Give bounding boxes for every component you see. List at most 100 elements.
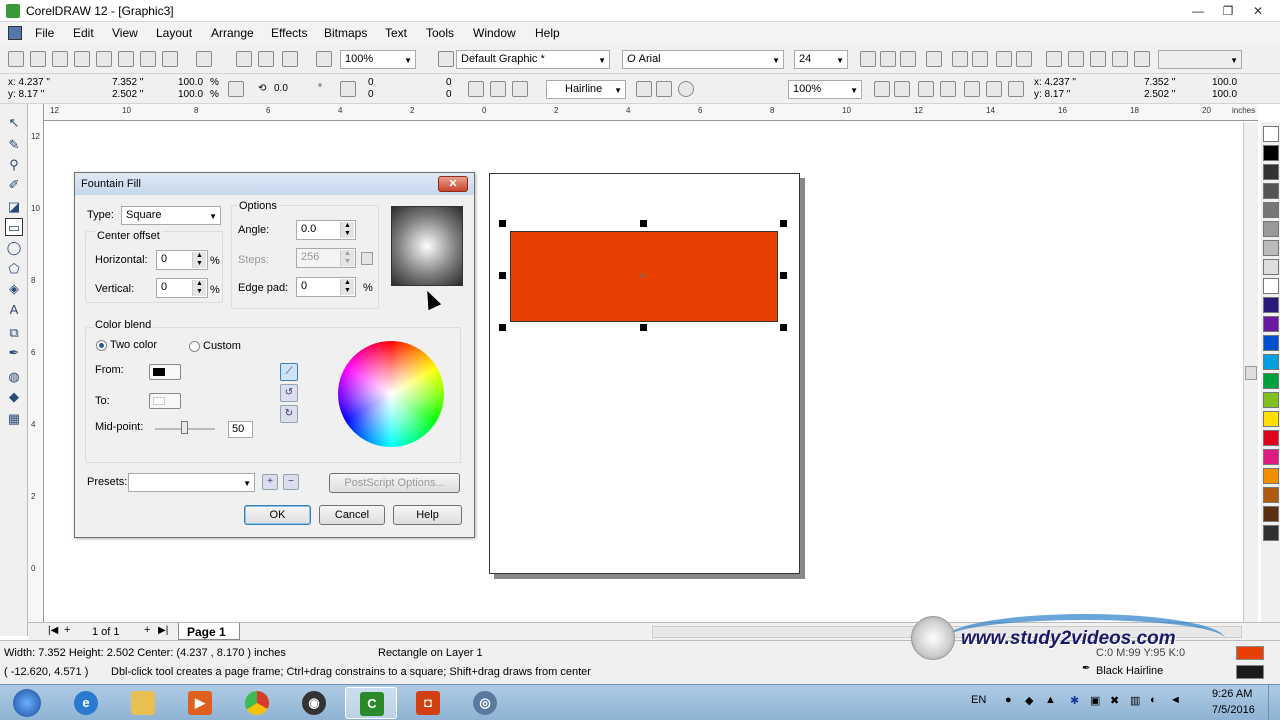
y-position[interactable]: y: 8.17 " [8,89,44,101]
interactive-fill-tool-icon[interactable]: ▦ [5,410,23,428]
to-front-icon[interactable] [512,81,528,97]
taskbar-chrome[interactable] [231,687,283,719]
open-icon[interactable] [30,51,46,67]
palette-swatch[interactable] [1263,183,1279,199]
tray-icon-3[interactable]: ▲ [1045,694,1056,706]
palette-swatch[interactable] [1263,145,1279,161]
maximize-button[interactable]: ❐ [1215,2,1241,20]
handle-middle-right[interactable] [780,272,787,279]
style-combo[interactable]: Default Graphic * ▼ [456,50,610,69]
import-icon[interactable] [236,51,252,67]
tray-icon-5[interactable]: ✖ [1110,694,1119,707]
remove-preset-button[interactable]: − [283,474,299,490]
palette-swatch[interactable] [1263,164,1279,180]
fill-preview[interactable] [391,206,463,286]
italic-icon[interactable] [880,51,896,67]
show-desktop-button[interactable] [1268,685,1280,720]
from-color-button[interactable] [149,364,181,380]
palette-swatch[interactable] [1263,392,1279,408]
smart-fill-tool-icon[interactable]: ◪ [5,198,23,216]
font-size-combo[interactable]: 24 ▼ [794,50,848,69]
zoom-combo-2[interactable]: 100% ▼ [788,80,862,99]
tray-icon-1[interactable]: ● [1005,694,1012,706]
cut-icon[interactable] [96,51,112,67]
corner-4[interactable]: 0 [446,89,452,101]
palette-swatch[interactable] [1263,297,1279,313]
convert-icon-2[interactable] [656,81,672,97]
tray-icon-2[interactable]: ◆ [1025,694,1033,707]
handle-top-right[interactable] [780,220,787,227]
selected-rectangle[interactable]: × [510,231,778,322]
two-color-radio[interactable] [96,340,107,351]
palette-swatch[interactable] [1263,506,1279,522]
palette-swatch[interactable] [1263,468,1279,484]
palette-swatch[interactable] [1263,354,1279,370]
handle-bottom-right[interactable] [780,324,787,331]
taskbar-explorer[interactable] [117,687,169,719]
graphic-text-style-icon[interactable] [438,51,454,67]
ok-button[interactable]: OK [244,505,311,525]
character-format-icon[interactable] [996,51,1012,67]
counterclockwise-blend-icon[interactable]: ↺ [280,384,298,402]
vertical-spinner[interactable]: 0 ▲ ▼ [156,278,208,298]
effect-icon-3[interactable] [1090,51,1106,67]
shape-tool-icon[interactable]: ✎ [5,136,23,154]
font-list-combo[interactable]: O Arial ▼ [622,50,784,69]
scale-y-value-2[interactable]: 100.0 [1212,89,1237,101]
to-color-button[interactable] [149,393,181,409]
custom-radio[interactable] [189,341,200,352]
menu-arrange[interactable]: Arrange [211,26,254,40]
palette-swatch[interactable] [1263,202,1279,218]
angle-spinner[interactable]: 0.0 ▲ ▼ [296,220,356,240]
height-value-2[interactable]: 2.502 " [1144,89,1175,101]
menu-text[interactable]: Text [385,26,407,40]
round-corners-icon[interactable] [468,81,484,97]
zoom-width-icon[interactable] [986,81,1002,97]
corner-2[interactable]: 0 [368,89,374,101]
undo-icon[interactable] [162,51,178,67]
palette-swatch[interactable] [1263,278,1279,294]
palette-swatch[interactable] [1263,221,1279,237]
polygon-tool-icon[interactable]: ⬠ [5,260,23,278]
palette-swatch[interactable] [1263,430,1279,446]
outline-tool-icon[interactable]: ◍ [5,368,23,386]
close-window-button[interactable]: ✕ [1245,2,1271,20]
clock-date[interactable]: 7/5/2016 [1212,704,1255,716]
midpoint-slider-thumb[interactable] [181,421,188,434]
first-page-button[interactable]: |◀ [48,625,58,636]
add-page-after-button[interactable]: + [144,624,150,636]
effect-icon-5[interactable] [1134,51,1150,67]
midpoint-value[interactable]: 50 [228,421,253,438]
paste-icon[interactable] [140,51,156,67]
zoom-levels-combo[interactable]: 100% ▼ [340,50,416,69]
export-icon[interactable] [258,51,274,67]
corner-1[interactable]: 0 [368,77,374,89]
rectangle-tool-icon[interactable]: ▭ [5,218,23,236]
palette-swatch[interactable] [1263,259,1279,275]
save-icon[interactable] [52,51,68,67]
copy-icon[interactable] [118,51,134,67]
last-page-button[interactable]: ▶| [158,625,168,636]
vertical-scrollbar[interactable] [1243,122,1258,622]
document-icon[interactable] [8,26,22,40]
menu-file[interactable]: File [35,26,54,40]
taskbar-media-player[interactable]: ◉ [288,687,340,719]
taskbar-coreldraw[interactable]: C [345,687,397,719]
palette-swatch[interactable] [1263,126,1279,142]
mirror-icon[interactable] [340,81,356,97]
page-tab[interactable]: Page 1 [178,623,240,640]
menu-edit[interactable]: Edit [73,26,94,40]
cancel-button[interactable]: Cancel [319,505,385,525]
handle-top-middle[interactable] [640,220,647,227]
handle-middle-left[interactable] [499,272,506,279]
effect-icon-4[interactable] [1112,51,1128,67]
freehand-tool-icon[interactable]: ✐ [5,176,23,194]
align-icon[interactable] [926,51,942,67]
height-value[interactable]: 2.502 " [112,89,143,101]
scroll-thumb[interactable] [1245,366,1257,380]
zoom-height-icon[interactable] [1008,81,1024,97]
x-position[interactable]: x: 4.237 " [8,77,50,89]
clockwise-blend-icon[interactable]: ↻ [280,405,298,423]
redo-icon[interactable] [196,51,212,67]
postscript-options-button[interactable]: PostScript Options... [329,473,460,493]
